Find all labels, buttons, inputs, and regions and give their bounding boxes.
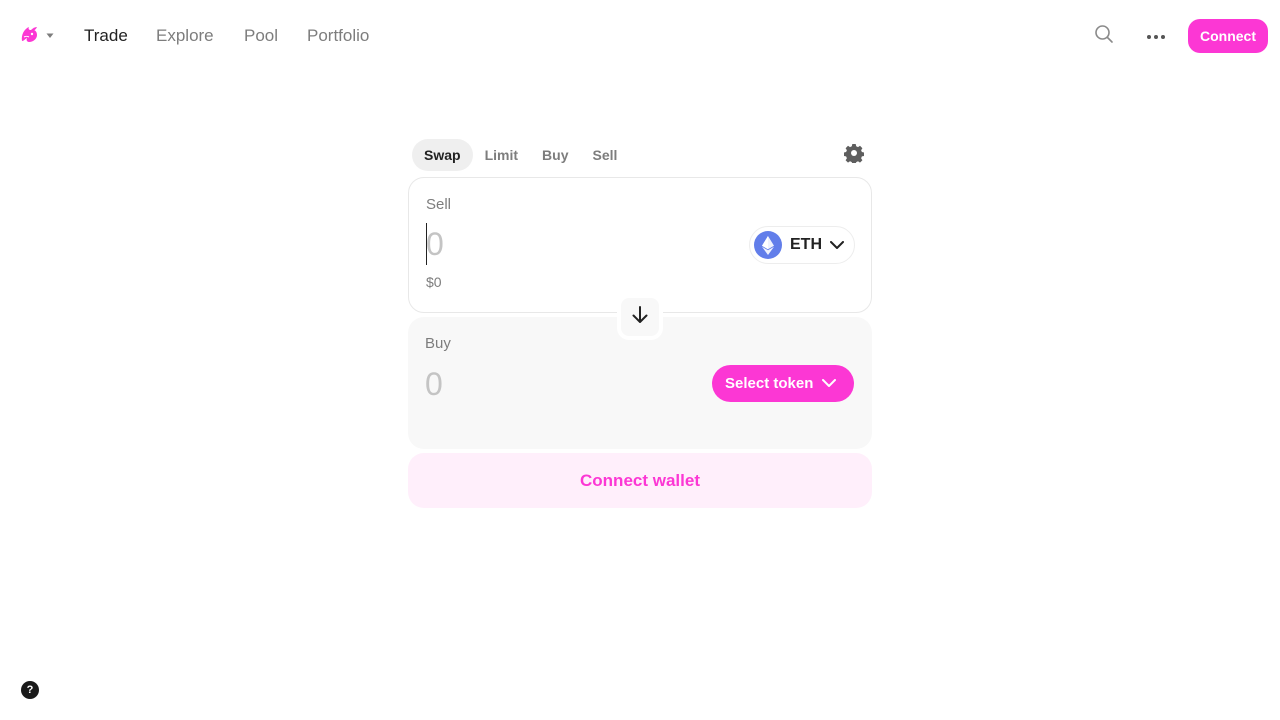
- chevron-down-icon: [830, 240, 844, 250]
- more-button[interactable]: [1142, 22, 1170, 50]
- nav-link-trade[interactable]: Trade: [84, 25, 128, 47]
- buy-label: Buy: [425, 335, 451, 352]
- sell-usd-value: $0: [426, 274, 442, 290]
- tab-buy[interactable]: Buy: [530, 139, 580, 171]
- ethereum-icon: [754, 231, 782, 259]
- search-button[interactable]: [1090, 22, 1118, 50]
- uniswap-unicorn-icon: [18, 23, 40, 50]
- tab-swap[interactable]: Swap: [412, 139, 473, 171]
- search-icon: [1094, 24, 1114, 49]
- nav-link-explore[interactable]: Explore: [156, 25, 214, 47]
- buy-amount-input[interactable]: 0: [425, 364, 443, 404]
- switch-tokens-button[interactable]: [617, 294, 663, 340]
- help-button[interactable]: ?: [21, 681, 39, 699]
- caret-down-icon: [46, 26, 54, 44]
- logo-menu[interactable]: [18, 24, 58, 48]
- nav-link-pool[interactable]: Pool: [244, 25, 278, 47]
- connect-button[interactable]: Connect: [1188, 19, 1268, 53]
- more-horizontal-icon: [1146, 27, 1166, 45]
- nav-link-portfolio[interactable]: Portfolio: [307, 25, 369, 47]
- tab-sell[interactable]: Sell: [580, 139, 629, 171]
- sell-token-label: ETH: [790, 236, 822, 253]
- sell-token-selector[interactable]: ETH: [749, 226, 855, 264]
- swap-tabs: Swap Limit Buy Sell: [412, 139, 629, 171]
- arrow-down-icon: [632, 305, 648, 329]
- chevron-down-icon: [822, 379, 837, 388]
- sell-panel: Sell 0 $0 ETH: [408, 177, 872, 313]
- settings-button[interactable]: [842, 143, 866, 167]
- sell-amount-input[interactable]: 0: [426, 224, 444, 264]
- select-token-label: Select token: [725, 375, 814, 392]
- top-nav: Trade Explore Pool Portfolio Connect: [0, 0, 1280, 72]
- tab-limit[interactable]: Limit: [473, 139, 530, 171]
- connect-wallet-button[interactable]: Connect wallet: [408, 453, 872, 508]
- select-token-button[interactable]: Select token: [712, 365, 854, 402]
- gear-icon: [843, 143, 865, 168]
- sell-label: Sell: [426, 196, 452, 213]
